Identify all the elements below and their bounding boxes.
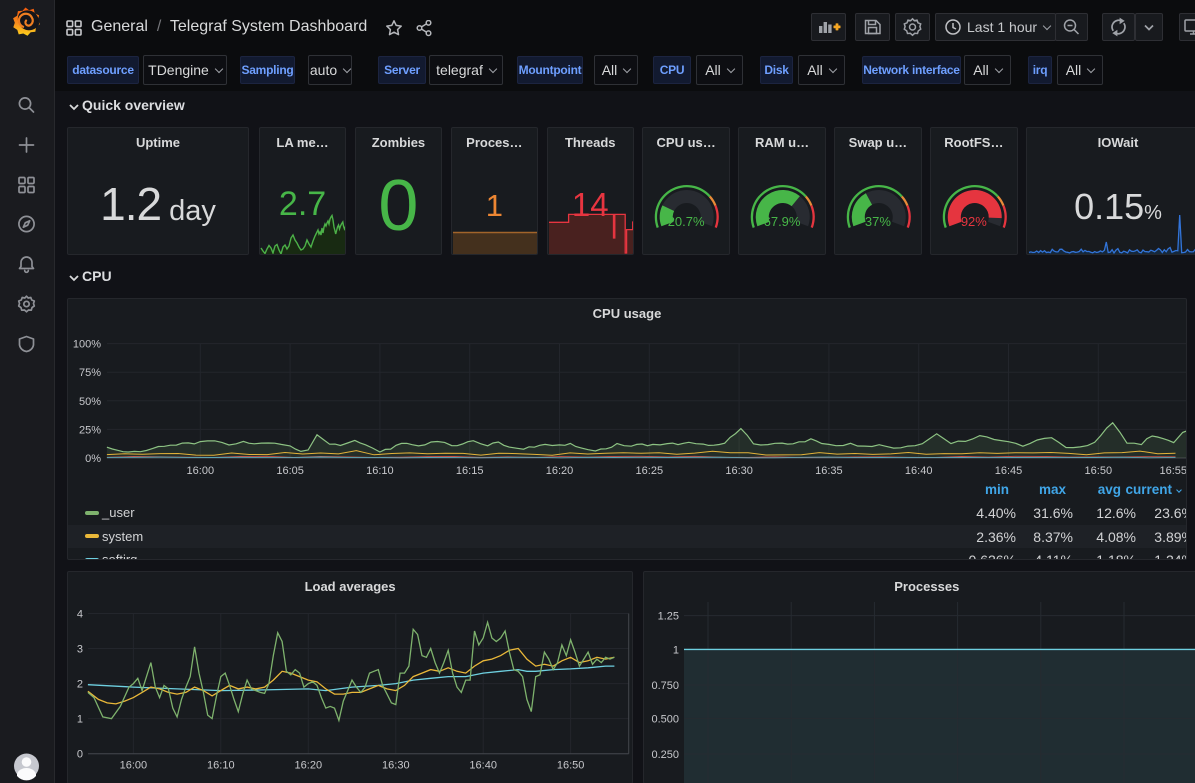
svg-text:16:15: 16:15 xyxy=(456,465,484,477)
svg-text:0.500: 0.500 xyxy=(651,713,679,725)
svg-text:0%: 0% xyxy=(85,453,101,465)
svg-text:50%: 50% xyxy=(79,396,101,408)
svg-text:16:00: 16:00 xyxy=(187,465,215,477)
svg-text:25%: 25% xyxy=(79,424,101,436)
svg-text:1.25: 1.25 xyxy=(657,610,678,622)
svg-text:16:50: 16:50 xyxy=(557,759,585,771)
svg-text:16:35: 16:35 xyxy=(815,465,843,477)
svg-text:75%: 75% xyxy=(79,367,101,379)
svg-text:16:45: 16:45 xyxy=(995,465,1023,477)
svg-text:0.250: 0.250 xyxy=(651,749,679,761)
svg-text:16:00: 16:00 xyxy=(120,759,148,771)
svg-text:16:40: 16:40 xyxy=(469,759,497,771)
svg-text:4: 4 xyxy=(77,608,83,620)
svg-text:2: 2 xyxy=(77,678,83,690)
svg-text:16:05: 16:05 xyxy=(276,465,304,477)
svg-text:3: 3 xyxy=(77,643,83,655)
svg-text:16:40: 16:40 xyxy=(905,465,933,477)
svg-text:16:50: 16:50 xyxy=(1085,465,1113,477)
svg-text:1: 1 xyxy=(673,644,679,656)
svg-text:0: 0 xyxy=(77,748,83,760)
svg-text:16:10: 16:10 xyxy=(366,465,394,477)
svg-text:0.750: 0.750 xyxy=(651,680,679,692)
svg-text:16:20: 16:20 xyxy=(295,759,323,771)
svg-text:16:25: 16:25 xyxy=(636,465,664,477)
svg-text:100%: 100% xyxy=(73,339,101,351)
svg-text:16:20: 16:20 xyxy=(546,465,574,477)
svg-text:16:10: 16:10 xyxy=(207,759,235,771)
svg-text:16:55: 16:55 xyxy=(1159,465,1187,477)
svg-text:16:30: 16:30 xyxy=(725,465,753,477)
svg-text:1: 1 xyxy=(77,713,83,725)
svg-text:16:30: 16:30 xyxy=(382,759,410,771)
